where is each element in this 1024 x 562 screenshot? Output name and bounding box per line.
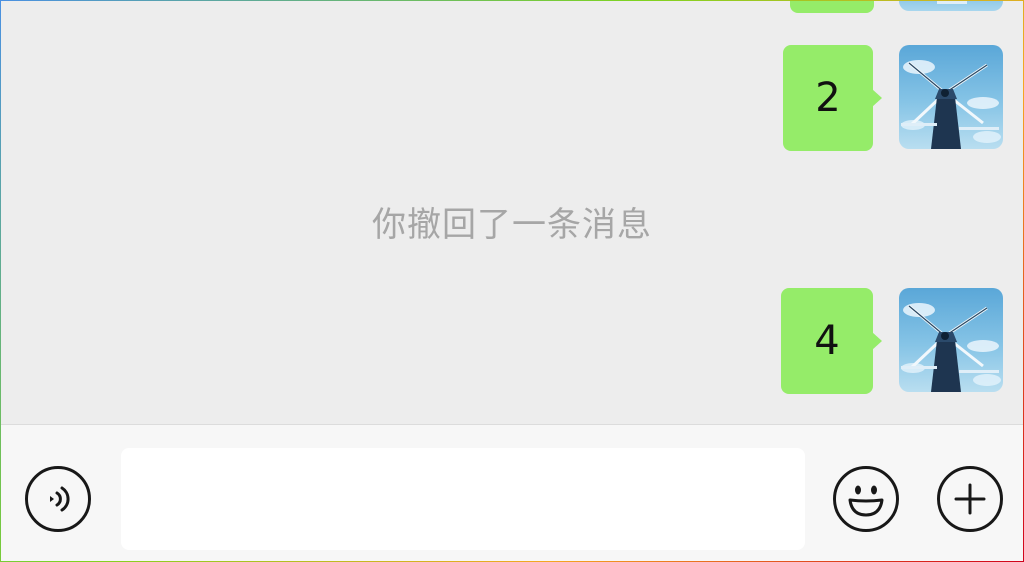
- message-bubble[interactable]: 4: [781, 288, 873, 394]
- more-button[interactable]: [937, 466, 1003, 532]
- message-text: 4: [814, 318, 840, 364]
- chat-window: 2 你撤回了一条消息 4: [0, 0, 1024, 562]
- input-bar: [1, 424, 1023, 561]
- plus-circle-icon: [954, 483, 986, 515]
- emoji-button[interactable]: [833, 466, 899, 532]
- voice-input-button[interactable]: [25, 466, 91, 532]
- emoji-smile-icon: [848, 485, 884, 517]
- message-list[interactable]: 2 你撤回了一条消息 4: [1, 1, 1023, 424]
- avatar[interactable]: [899, 45, 1003, 149]
- avatar[interactable]: [899, 288, 1003, 392]
- voice-input-icon: [50, 486, 70, 512]
- recall-notice: 你撤回了一条消息: [372, 205, 652, 245]
- message-bubble-partial[interactable]: [790, 1, 874, 13]
- message-text: 2: [815, 75, 841, 121]
- message-input[interactable]: [121, 448, 805, 550]
- avatar-partial[interactable]: [899, 1, 1003, 11]
- message-bubble[interactable]: 2: [783, 45, 873, 151]
